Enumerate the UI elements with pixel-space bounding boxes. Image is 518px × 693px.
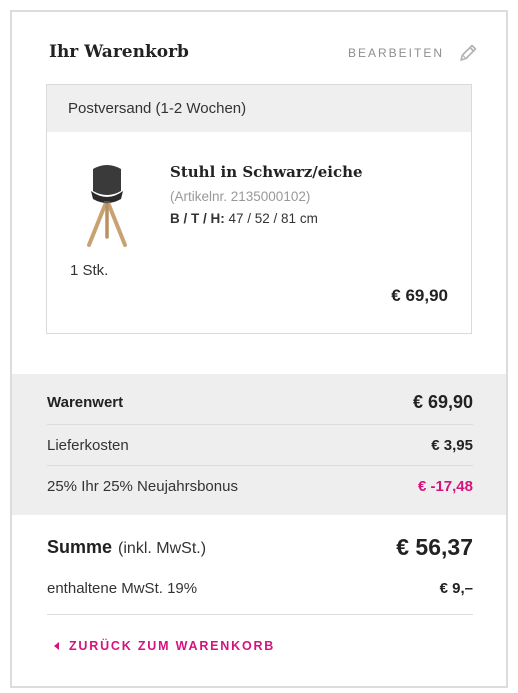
cart-header: Ihr Warenkorb BEARBEITEN: [12, 12, 506, 86]
edit-button[interactable]: BEARBEITEN: [348, 43, 478, 63]
chevron-left-icon: [54, 642, 59, 650]
cart-summary-card: Ihr Warenkorb BEARBEITEN Postversand (1-…: [10, 10, 508, 688]
shipment-heading: Postversand (1-2 Wochen): [47, 85, 471, 132]
totals-panel: Warenwert € 69,90 Lieferkosten € 3,95 25…: [12, 374, 506, 515]
sum-label: Summe: [47, 536, 113, 557]
vat-row: enthaltene MwSt. 19% € 9,–: [47, 572, 473, 615]
back-to-cart-label: ZURÜCK ZUM WARENKORB: [69, 639, 276, 653]
dims-value: 47 / 52 / 81 cm: [228, 211, 318, 226]
cart-title: Ihr Warenkorb: [49, 42, 189, 62]
edit-label: BEARBEITEN: [347, 46, 444, 60]
sum-row: Summe (inkl. MwSt.) € 56,37: [47, 527, 473, 567]
discount-row: 25% Ihr 25% Neujahrsbonus € -17,48: [47, 465, 473, 506]
sum-sublabel: (inkl. MwSt.): [118, 539, 207, 557]
goods-value-row: Warenwert € 69,90: [47, 382, 473, 422]
item-name[interactable]: Stuhl in Schwarz/eiche: [170, 163, 363, 181]
sum-label-group: Summe (inkl. MwSt.): [47, 537, 206, 558]
vat-amount: € 9,–: [439, 579, 473, 597]
shipping-label: Lieferkosten: [47, 436, 129, 454]
back-to-cart-link[interactable]: ZURÜCK ZUM WARENKORB: [54, 639, 275, 653]
shipment-box: Postversand (1-2 Wochen) Stuhl in Schwar…: [46, 84, 472, 334]
pencil-icon: [460, 44, 477, 61]
goods-value-amount: € 69,90: [412, 391, 473, 412]
goods-value-label: Warenwert: [47, 393, 124, 411]
item-quantity: 1 Stk.: [70, 262, 109, 279]
sum-amount: € 56,37: [396, 533, 473, 560]
shipping-row: Lieferkosten € 3,95: [47, 424, 473, 465]
item-dimensions: B / T / H: 47 / 52 / 81 cm: [170, 211, 318, 226]
chair-image: [87, 165, 127, 247]
discount-label: 25% Ihr 25% Neujahrsbonus: [47, 477, 238, 495]
item-article-number: (Artikelnr. 2135000102): [170, 189, 311, 204]
dims-label: B / T / H:: [170, 211, 225, 226]
discount-amount: € -17,48: [417, 477, 473, 495]
item-price: € 69,90: [391, 286, 448, 305]
shipping-amount: € 3,95: [431, 436, 473, 454]
vat-label: enthaltene MwSt. 19%: [47, 579, 198, 597]
